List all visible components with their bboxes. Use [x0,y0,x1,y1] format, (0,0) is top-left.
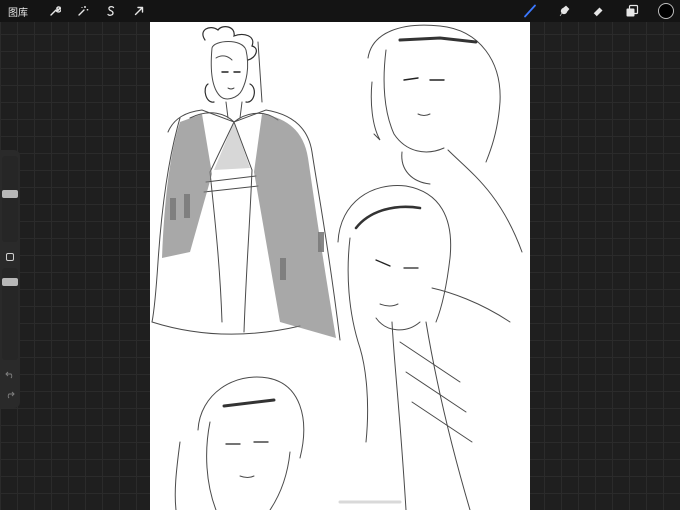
brush-icon[interactable] [522,3,538,19]
magic-wand-icon[interactable] [76,4,90,18]
undo-icon[interactable] [3,368,17,380]
redo-icon[interactable] [3,388,17,400]
brush-size-thumb[interactable] [2,190,18,198]
eraser-icon[interactable] [590,3,606,19]
modify-square-icon[interactable] [6,253,14,261]
opacity-slider[interactable] [2,268,18,360]
left-sidebar [0,150,20,408]
top-toolbar: 图库 [0,0,680,22]
sketch-figure-longhair [337,185,511,510]
sketch-figure-bottom [174,376,305,510]
transform-arrow-icon[interactable] [132,4,146,18]
gallery-button[interactable]: 图库 [8,4,34,19]
selection-s-icon[interactable] [104,4,118,18]
sketch-artwork [151,24,523,510]
opacity-thumb[interactable] [2,278,18,286]
wrench-icon[interactable] [48,4,62,18]
sketch-figure-girl [367,24,523,253]
layers-icon[interactable] [624,3,640,19]
brush-size-slider[interactable] [2,156,18,242]
color-picker-swatch[interactable] [658,3,674,19]
drawing-canvas[interactable] [150,22,530,510]
smudge-icon[interactable] [556,3,572,19]
right-toolbar [522,0,680,22]
